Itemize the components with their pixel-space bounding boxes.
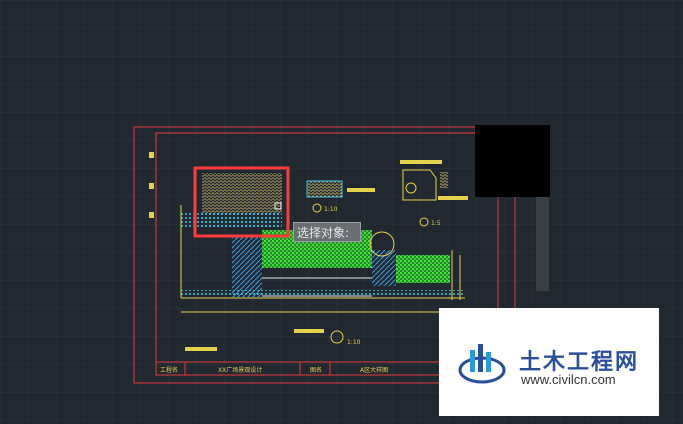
watermark-url: www.civilcn.com [521,372,616,387]
title-block-project-label: 工程名 [160,366,178,374]
title-block-project-name: XX广场景观设计 [218,366,262,374]
detail-b-scale: 1:5 [431,220,441,227]
section-scale: 1:10 [347,339,361,346]
logo-icon [458,344,506,384]
side-panel-strip [536,197,549,291]
obscured-region [475,125,550,197]
watermark-logo-panel: 土木工程网 www.civilcn.com [439,308,659,416]
title-block-drawing-label: 图名 [310,366,322,374]
selected-object[interactable] [193,166,290,238]
title-block-drawing-name: A区大样图 [360,366,388,374]
detail-a-scale: 1:10 [324,206,338,213]
command-prompt-tooltip: 选择对象: [293,222,361,242]
